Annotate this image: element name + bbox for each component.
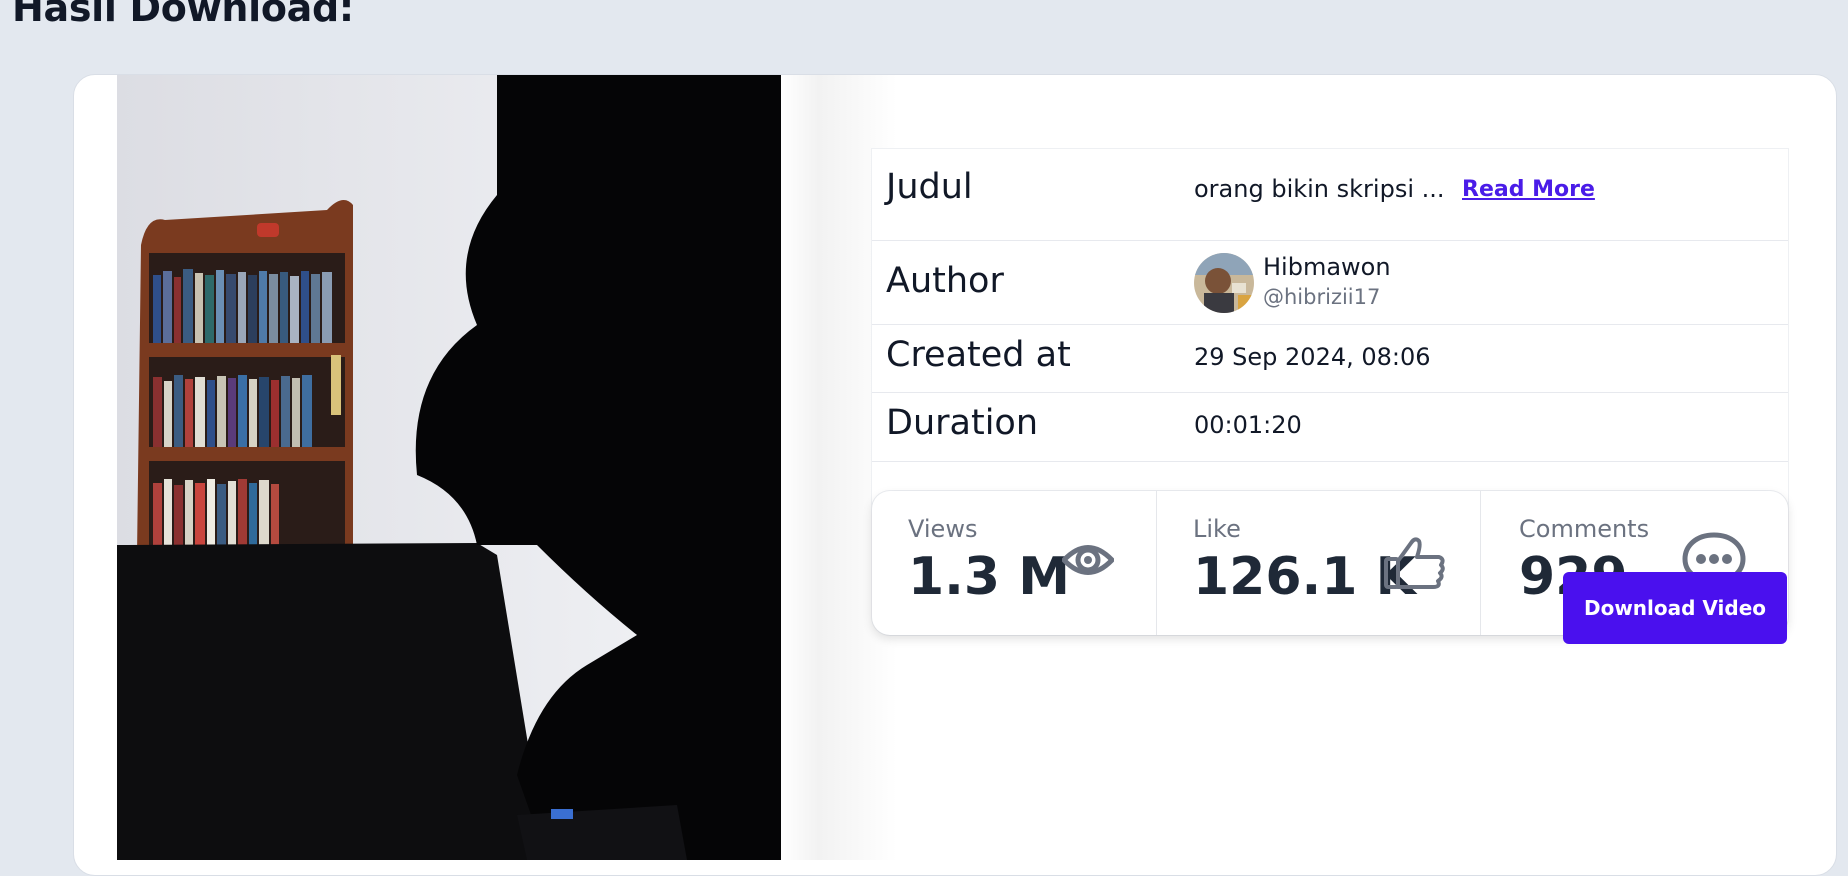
author-handle: @hibrizii17 [1263,285,1381,309]
video-thumbnail[interactable] [117,75,781,860]
created-value: 29 Sep 2024, 08:06 [1194,343,1431,371]
download-video-button[interactable]: Download Video [1563,572,1787,644]
title-value: orang bikin skripsi ... [1194,175,1445,203]
video-frame-image [117,75,781,860]
duration-label: Duration [886,403,1039,443]
title-label: Judul [886,167,973,207]
result-card: Judul orang bikin skripsi ... Read More … [73,74,1837,876]
page-heading: Hasil Download: [12,0,354,30]
views-label: Views [908,515,978,543]
info-row-created: Created at 29 Sep 2024, 08:06 [872,325,1788,393]
stat-views: Views 1.3 M [872,491,1156,635]
author-name: Hibmawon [1263,253,1391,281]
created-label: Created at [886,335,1071,375]
info-row-author: Author Hibmawon @hibrizii17 [872,241,1788,325]
comments-label: Comments [1519,515,1650,543]
media-area [117,75,897,860]
author-avatar[interactable] [1194,253,1254,313]
likes-label: Like [1193,515,1241,543]
duration-value: 00:01:20 [1194,411,1302,439]
author-label: Author [886,261,1004,301]
info-row-duration: Duration 00:01:20 [872,393,1788,462]
thumbs-up-icon [1383,535,1447,595]
stat-likes: Like 126.1 K [1156,491,1481,635]
info-row-title: Judul orang bikin skripsi ... Read More [872,149,1788,241]
video-info-panel: Judul orang bikin skripsi ... Read More … [872,149,1788,541]
eye-icon [1060,539,1116,585]
read-more-link[interactable]: Read More [1462,177,1595,202]
views-value: 1.3 M [908,547,1070,607]
avatar-image [1194,253,1254,313]
